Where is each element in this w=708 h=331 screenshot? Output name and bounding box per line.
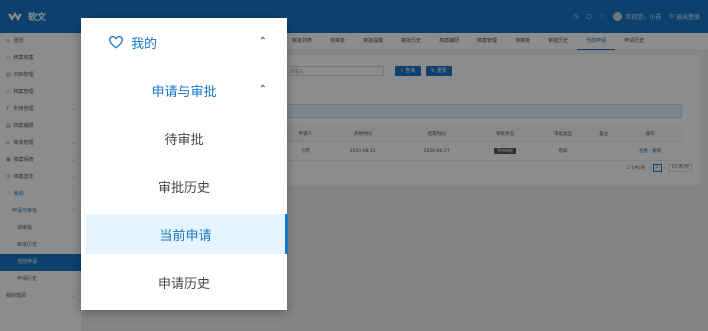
navigation-dropdown: 我的 ⌃ 申请与审批 ⌃ 待审批 审批历史 当前申请 申请历史 [81, 18, 288, 310]
dropdown-item-apply-approve[interactable]: 申请与审批 ⌃ [81, 70, 287, 110]
dropdown-item-history-label: 审批历史 [157, 180, 210, 196]
dropdown-item-mine[interactable]: 我的 ⌃ [81, 22, 287, 62]
heart-icon [109, 35, 123, 49]
dropdown-item-pending[interactable]: 待审批 [81, 118, 287, 158]
dropdown-item-current[interactable]: 当前申请 [86, 214, 288, 254]
dropdown-item-current-label: 当前申请 [159, 228, 212, 244]
dropdown-item-pending-label: 待审批 [164, 132, 204, 148]
chevron-up-icon: ⌃ [258, 84, 267, 95]
dropdown-item-mine-label: 我的 [131, 36, 158, 52]
dropdown-item-apply-approve-label: 申请与审批 [151, 84, 217, 100]
dropdown-item-apply-history-label: 申请历史 [157, 276, 210, 292]
chevron-up-icon: ⌃ [258, 36, 267, 47]
dropdown-item-apply-history[interactable]: 申请历史 [81, 262, 287, 302]
dropdown-item-history[interactable]: 审批历史 [81, 166, 287, 206]
